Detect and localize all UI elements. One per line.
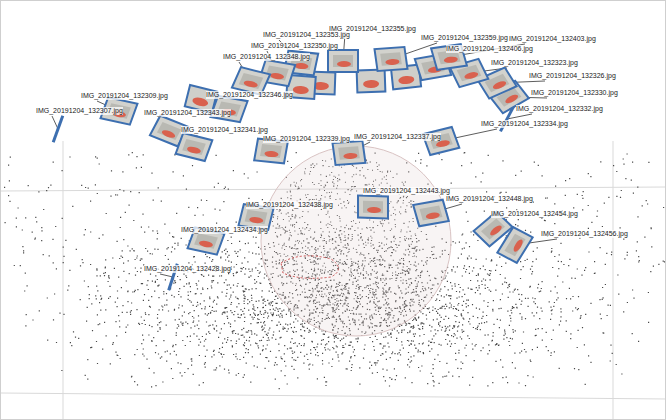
camera-frame[interactable] bbox=[423, 127, 460, 155]
camera-label: IMG_20191204_132448.jpg bbox=[446, 195, 533, 203]
camera-label: IMG_20191204_132309.jpg bbox=[81, 92, 168, 100]
camera-label: IMG_20191204_132339.jpg bbox=[263, 135, 350, 143]
photo-thumbnail bbox=[380, 52, 402, 65]
photo-thumbnail bbox=[260, 144, 282, 158]
camera-label: IMG_20191204_132323.jpg bbox=[491, 59, 578, 67]
camera-frame[interactable] bbox=[357, 70, 386, 93]
camera-frame[interactable] bbox=[333, 141, 366, 165]
camera-label: IMG_20191204_132330.jpg bbox=[531, 89, 618, 97]
object-outline bbox=[281, 256, 339, 279]
photo-thumbnail bbox=[504, 234, 525, 257]
photo-thumbnail bbox=[338, 146, 360, 159]
camera-label: IMG_20191204_132341.jpg bbox=[181, 126, 268, 134]
camera-label: IMG_20191204_132307.jpg bbox=[36, 107, 123, 115]
camera-label: IMG_20191204_132343.jpg bbox=[144, 109, 231, 117]
photo-thumbnail bbox=[245, 210, 268, 224]
camera-label: IMG_20191204_132353.jpg bbox=[263, 31, 350, 39]
camera-label: IMG_20191204_132406.jpg bbox=[446, 45, 533, 53]
camera-label: IMG_20191204_132337.jpg bbox=[354, 133, 441, 141]
photo-thumbnail bbox=[239, 73, 263, 89]
bounding-sphere bbox=[261, 146, 451, 336]
photo-thumbnail bbox=[182, 139, 206, 155]
photo-thumbnail bbox=[481, 218, 505, 239]
photo-thumbnail bbox=[333, 55, 353, 67]
camera-frame[interactable] bbox=[375, 47, 408, 71]
camera-frame[interactable] bbox=[328, 50, 358, 72]
camera-label: IMG_20191204_132359.jpg bbox=[421, 34, 508, 42]
camera-frame[interactable] bbox=[358, 195, 388, 218]
camera-frame[interactable] bbox=[497, 227, 532, 263]
camera-label: IMG_20191204_132348.jpg bbox=[223, 53, 310, 61]
camera-label: IMG_20191204_132350.jpg bbox=[251, 42, 338, 50]
camera-label: IMG_20191204_132326.jpg bbox=[529, 72, 616, 80]
camera-label: IMG_20191204_132454.jpg bbox=[491, 210, 578, 218]
3d-viewer[interactable]: IMG_20191204_132307.jpg IMG_20191204_1323… bbox=[0, 0, 666, 420]
photo-thumbnail bbox=[485, 74, 510, 92]
camera-label: IMG_20191204_132403.jpg bbox=[509, 35, 596, 43]
photo-thumbnail bbox=[157, 122, 181, 140]
camera-label: IMG_20191204_132456.jpg bbox=[541, 230, 628, 238]
camera-label: IMG_20191204_132428.jpg bbox=[144, 265, 231, 273]
grid-lines bbox=[1, 141, 666, 420]
camera-label: IMG_20191204_132434.jpg bbox=[181, 226, 268, 234]
camera-frame[interactable] bbox=[413, 200, 449, 226]
photo-thumbnail bbox=[194, 233, 218, 249]
camera-label: IMG_20191204_132443.jpg bbox=[363, 187, 450, 195]
camera-frame[interactable] bbox=[52, 115, 64, 142]
camera-label: IMG_20191204_132438.jpg bbox=[246, 201, 333, 209]
camera-label: IMG_20191204_132334.jpg bbox=[481, 120, 568, 128]
photo-thumbnail bbox=[419, 205, 442, 220]
camera-label: IMG_20191204_132332.jpg bbox=[516, 105, 603, 113]
leader-line bbox=[160, 274, 173, 277]
leader-line bbox=[52, 116, 58, 129]
photo-thumbnail bbox=[363, 201, 383, 214]
camera-label: IMG_20191204_132346.jpg bbox=[206, 91, 293, 99]
camera-frame[interactable] bbox=[176, 133, 213, 161]
